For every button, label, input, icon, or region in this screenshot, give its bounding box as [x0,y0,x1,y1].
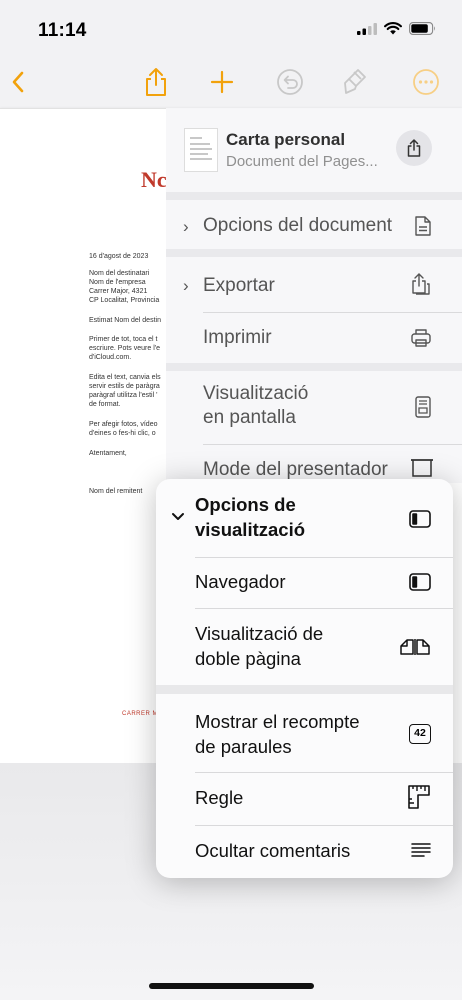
add-icon [210,70,234,94]
sidebar-icon [409,510,431,528]
more-icon [413,69,439,95]
wifi-icon [384,22,402,35]
menu-separator [166,249,462,257]
presenter-icon [411,459,433,477]
undo-icon [277,69,303,95]
menu-item-label: Opcions del document [203,215,393,236]
back-button[interactable] [0,64,36,100]
toolbar [0,56,462,108]
document-type: Document del Pages... [226,153,378,170]
share-button[interactable] [138,64,174,100]
chevron-down-icon [172,513,184,520]
view-option-word-count[interactable]: Mostrar el recompte de paraules 42 [156,694,453,772]
status-icons [357,22,436,35]
menu-item-label: Mostrar el recompte de paraules [195,711,360,757]
view-option-hide-comments[interactable]: Ocultar comentaris [156,825,453,877]
format-button[interactable] [337,64,373,100]
menu-item-label: Navegador [195,571,286,592]
menu-separator [166,363,462,371]
chevron-right-icon: › [183,216,189,236]
menu-item-label: Imprimir [203,327,272,348]
view-option-two-pages[interactable]: Visualització de doble pàgina [156,608,453,685]
navigator-icon [409,573,431,591]
document-icon [415,216,431,236]
add-button[interactable] [204,64,240,100]
menu-item-presenter-mode[interactable]: Mode del presentador [166,446,462,483]
status-bar: 11:14 [0,0,462,56]
cellular-signal-icon [357,22,377,35]
back-chevron-icon [12,71,24,93]
comments-lines-icon [411,843,431,857]
share-icon [146,68,166,96]
menu-separator [166,192,462,200]
two-pages-icon [400,639,430,655]
word-count-icon: 42 [409,724,431,744]
document-name: Carta personal [226,130,346,149]
view-options-menu: Opcions de visualització Navegador Visual… [156,479,453,878]
view-options-header[interactable]: Opcions de visualització [156,479,453,557]
document-thumbnail [184,128,218,172]
menu-item-print[interactable]: Imprimir [166,314,462,362]
format-brush-icon [344,69,366,94]
screen-view-icon [415,396,431,418]
undo-button[interactable] [272,64,308,100]
file-menu: Carta personal Document del Pages... › O… [166,108,462,483]
home-indicator[interactable] [149,983,314,989]
menu-divider [203,444,462,445]
doc-footer-text: CARRER M [122,711,159,717]
more-button[interactable] [408,64,444,100]
view-option-ruler[interactable]: Regle [156,772,453,824]
ruler-icon [408,785,430,809]
menu-item-label: Visualització en pantalla [203,383,309,428]
view-option-navigator[interactable]: Navegador [156,557,453,607]
menu-item-label: Ocultar comentaris [195,840,351,861]
menu-item-document-options[interactable]: › Opcions del document [166,204,462,249]
export-icon [412,273,430,295]
menu-item-label: Exportar [203,275,275,296]
share-icon [407,139,421,157]
document-title: Nc [141,167,167,192]
menu-separator [156,685,453,694]
menu-divider [203,312,462,313]
battery-icon [409,22,435,35]
document-share-button[interactable] [396,130,432,166]
menu-item-label: Visualització de doble pàgina [195,623,324,669]
status-time: 11:14 [38,20,87,41]
menu-item-label: Regle [195,787,244,808]
printer-icon [411,329,431,347]
menu-item-export[interactable]: › Exportar [166,263,462,308]
menu-item-screen-view[interactable]: Visualització en pantalla [166,374,462,442]
view-options-title: Opcions de visualització [195,494,306,540]
chevron-right-icon: › [183,275,189,295]
